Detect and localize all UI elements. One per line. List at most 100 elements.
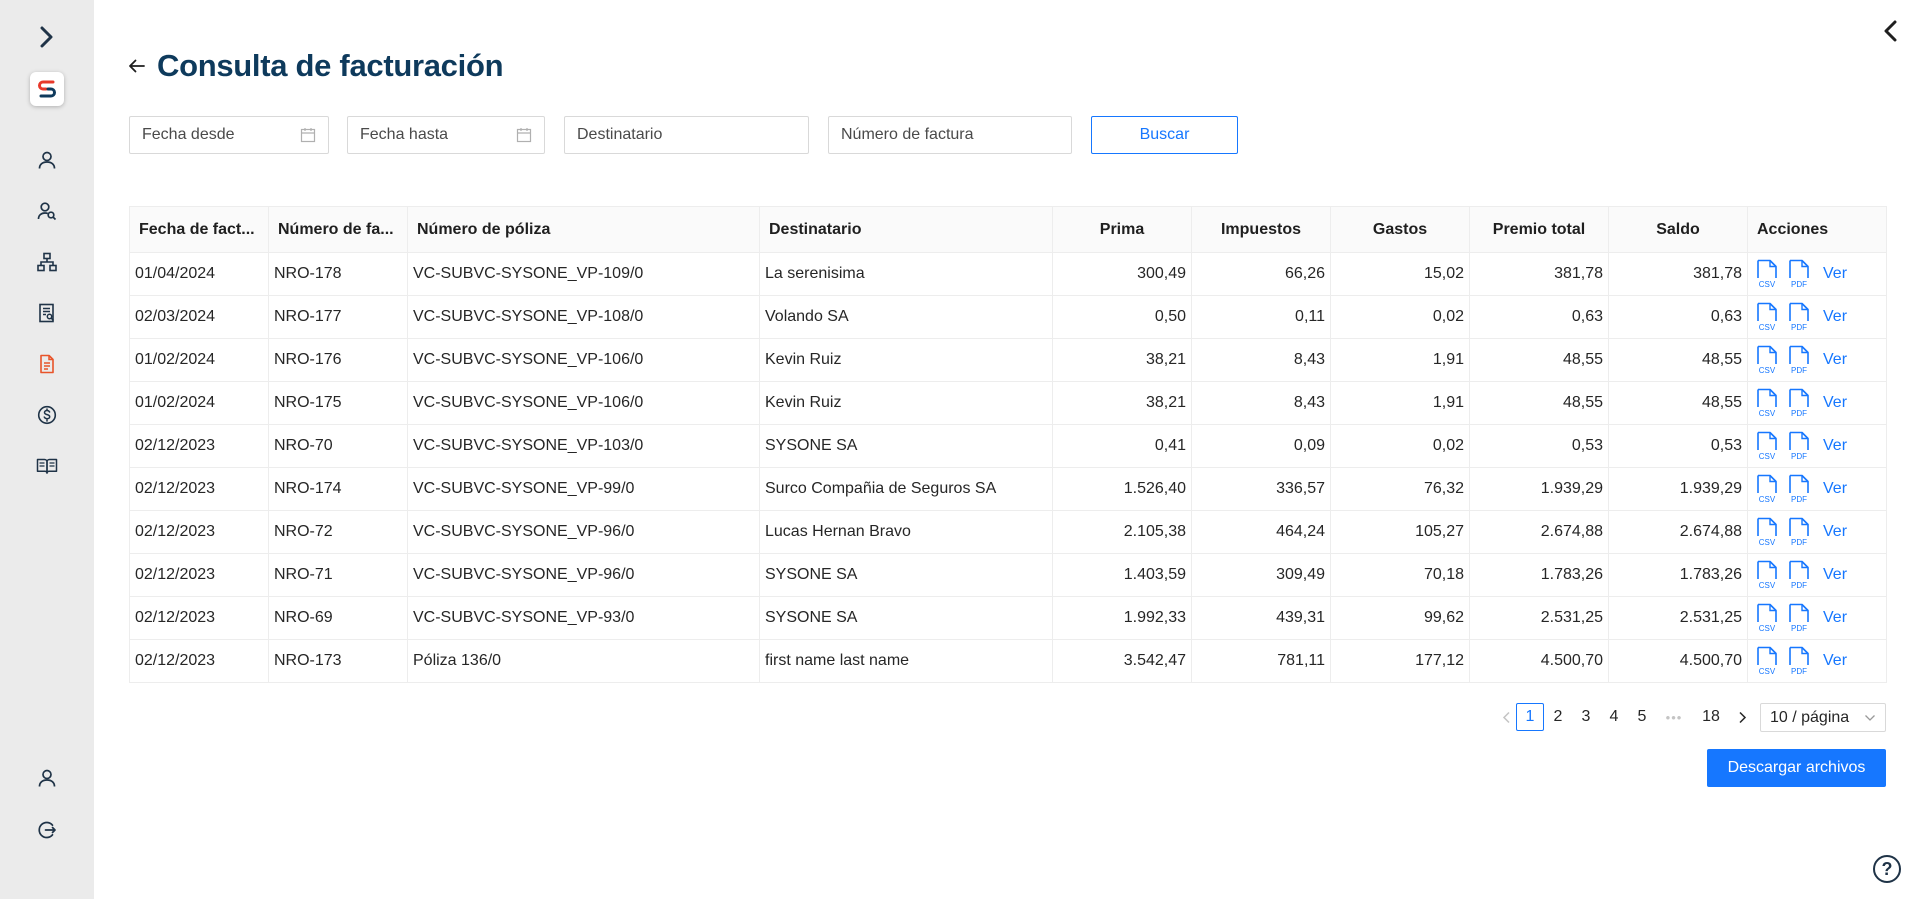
cell-numero: NRO-70 (268, 424, 408, 468)
fecha-hasta-input[interactable]: Fecha hasta (347, 116, 545, 154)
collapse-panel-button[interactable] (1883, 20, 1899, 47)
csv-file-icon[interactable]: CSV (1755, 388, 1779, 418)
column-header-saldo[interactable]: Saldo (1608, 206, 1748, 253)
csv-file-icon[interactable]: CSV (1755, 474, 1779, 504)
sidebar-item-manual[interactable] (0, 454, 94, 478)
cell-acciones: CSV PDF Ver (1747, 338, 1887, 382)
column-header-numero[interactable]: Número de fa... (268, 206, 408, 253)
sidebar-item-reports[interactable] (0, 301, 94, 325)
cell-saldo: 0,53 (1608, 424, 1748, 468)
cell-impuestos: 309,49 (1191, 553, 1331, 597)
cell-fecha: 01/02/2024 (129, 381, 269, 425)
column-header-fecha[interactable]: Fecha de fact... (129, 206, 269, 253)
pdf-file-icon[interactable]: PDF (1787, 259, 1811, 289)
pdf-file-icon[interactable]: PDF (1787, 388, 1811, 418)
column-header-poliza[interactable]: Número de póliza (407, 206, 760, 253)
pdf-file-icon[interactable]: PDF (1787, 431, 1811, 461)
column-header-premio-total[interactable]: Premio total (1469, 206, 1609, 253)
cell-saldo: 381,78 (1608, 252, 1748, 296)
back-button[interactable] (128, 58, 146, 79)
buscar-button[interactable]: Buscar (1091, 116, 1238, 154)
ver-link[interactable]: Ver (1823, 480, 1847, 498)
column-header-destinatario[interactable]: Destinatario (759, 206, 1053, 253)
csv-file-icon[interactable]: CSV (1755, 431, 1779, 461)
cell-poliza: VC-SUBVC-SYSONE_VP-96/0 (407, 553, 760, 597)
page-4-button[interactable]: 4 (1600, 703, 1628, 731)
svg-text:PDF: PDF (1791, 538, 1807, 547)
cell-poliza: Póliza 136/0 (407, 639, 760, 683)
sidebar-item-billing[interactable] (0, 352, 94, 376)
expand-sidebar-button[interactable] (0, 22, 94, 52)
ver-link[interactable]: Ver (1823, 566, 1847, 584)
cell-gastos: 1,91 (1330, 338, 1470, 382)
cell-fecha: 01/02/2024 (129, 338, 269, 382)
csv-file-icon[interactable]: CSV (1755, 646, 1779, 676)
svg-text:PDF: PDF (1791, 280, 1807, 289)
sidebar-item-profile[interactable] (0, 766, 94, 790)
table-row: 01/02/2024 NRO-175 VC-SUBVC-SYSONE_VP-106/… (129, 381, 1887, 425)
cell-fecha: 02/12/2023 (129, 553, 269, 597)
arrow-left-icon (129, 59, 145, 73)
help-icon: ? (1881, 858, 1893, 879)
pdf-file-icon[interactable]: PDF (1787, 474, 1811, 504)
cell-impuestos: 8,43 (1191, 338, 1331, 382)
cell-acciones: CSV PDF Ver (1747, 510, 1887, 554)
cell-gastos: 15,02 (1330, 252, 1470, 296)
next-page-button[interactable] (1728, 703, 1756, 731)
billing-table: Fecha de fact... Número de fa... Número … (129, 206, 1887, 683)
ver-link[interactable]: Ver (1823, 609, 1847, 627)
csv-file-icon[interactable]: CSV (1755, 517, 1779, 547)
csv-file-icon[interactable]: CSV (1755, 560, 1779, 590)
pdf-file-icon[interactable]: PDF (1787, 517, 1811, 547)
svg-text:CSV: CSV (1759, 409, 1776, 418)
page-2-button[interactable]: 2 (1544, 703, 1572, 731)
pdf-file-icon[interactable]: PDF (1787, 646, 1811, 676)
sidebar-item-users[interactable] (0, 148, 94, 172)
column-header-impuestos[interactable]: Impuestos (1191, 206, 1331, 253)
page-1-button[interactable]: 1 (1516, 703, 1544, 731)
sidebar-item-logout[interactable] (0, 818, 94, 842)
hierarchy-icon (37, 252, 57, 272)
ver-link[interactable]: Ver (1823, 652, 1847, 670)
sidebar-item-structure[interactable] (0, 250, 94, 274)
page-18-button[interactable]: 18 (1697, 703, 1725, 731)
svg-text:CSV: CSV (1759, 280, 1776, 289)
cell-fecha: 01/04/2024 (129, 252, 269, 296)
ver-link[interactable]: Ver (1823, 351, 1847, 369)
ver-link[interactable]: Ver (1823, 437, 1847, 455)
cell-poliza: VC-SUBVC-SYSONE_VP-99/0 (407, 467, 760, 511)
sidebar-item-payments[interactable] (0, 403, 94, 427)
page-ellipsis[interactable]: ••• (1660, 703, 1688, 731)
pdf-file-icon[interactable]: PDF (1787, 560, 1811, 590)
sidebar-item-user-search[interactable] (0, 199, 94, 223)
column-header-gastos[interactable]: Gastos (1330, 206, 1470, 253)
help-button[interactable]: ? (1873, 855, 1901, 883)
cell-saldo: 48,55 (1608, 381, 1748, 425)
ver-link[interactable]: Ver (1823, 394, 1847, 412)
cell-acciones: CSV PDF Ver (1747, 553, 1887, 597)
ver-link[interactable]: Ver (1823, 523, 1847, 541)
column-header-prima[interactable]: Prima (1052, 206, 1192, 253)
table-row: 01/04/2024 NRO-178 VC-SUBVC-SYSONE_VP-109/… (129, 252, 1887, 296)
dollar-circle-icon (37, 405, 57, 425)
numero-factura-placeholder: Número de factura (841, 126, 974, 143)
fecha-desde-input[interactable]: Fecha desde (129, 116, 329, 154)
svg-text:PDF: PDF (1791, 366, 1807, 375)
page-3-button[interactable]: 3 (1572, 703, 1600, 731)
ver-link[interactable]: Ver (1823, 308, 1847, 326)
csv-file-icon[interactable]: CSV (1755, 259, 1779, 289)
ver-link[interactable]: Ver (1823, 265, 1847, 283)
pdf-file-icon[interactable]: PDF (1787, 345, 1811, 375)
page-size-select[interactable]: 10 / página (1760, 703, 1886, 732)
cell-gastos: 0,02 (1330, 295, 1470, 339)
numero-factura-input[interactable]: Número de factura (828, 116, 1072, 154)
svg-text:CSV: CSV (1759, 452, 1776, 461)
page-5-button[interactable]: 5 (1628, 703, 1656, 731)
csv-file-icon[interactable]: CSV (1755, 603, 1779, 633)
csv-file-icon[interactable]: CSV (1755, 345, 1779, 375)
pdf-file-icon[interactable]: PDF (1787, 603, 1811, 633)
destinatario-input[interactable]: Destinatario (564, 116, 809, 154)
pdf-file-icon[interactable]: PDF (1787, 302, 1811, 332)
csv-file-icon[interactable]: CSV (1755, 302, 1779, 332)
descargar-archivos-button[interactable]: Descargar archivos (1707, 749, 1886, 787)
